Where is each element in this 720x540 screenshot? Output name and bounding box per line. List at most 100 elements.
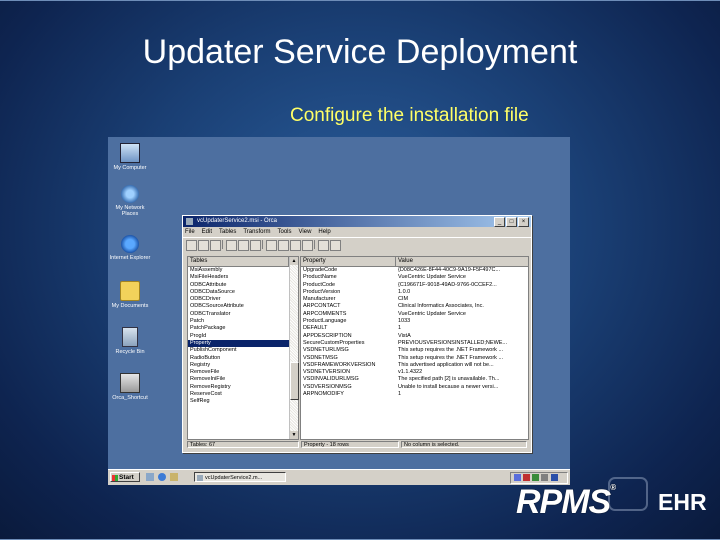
property-row[interactable]: SecureCustomProperties PREVIOUSVERSIONSIN… [301,340,528,347]
property-value: Unable to install because a newer versi.… [398,383,499,390]
table-row[interactable]: Patch [188,318,298,325]
tables-pane: Tables MsiAssembly MsiFileHeaders ODBCAttr… [187,256,299,440]
start-button[interactable]: Start [110,472,140,482]
property-value: 1 [398,325,402,332]
property-row[interactable]: ARPNOMODIFY 1 [301,391,528,398]
new-icon[interactable] [186,240,197,251]
table-row[interactable]: ReserveCost [188,391,298,398]
table-row[interactable]: PatchPackage [188,325,298,332]
property-row[interactable]: VSDINVALIDURLMSG The specified path [2] i… [301,376,528,383]
taskbar-button-label: vcUpdaterService2.m... [205,475,263,481]
property-name: VSDNETMSG [303,354,338,361]
toolbar-separator [222,240,225,249]
add-table-icon[interactable] [266,240,277,251]
scroll-down-arrow[interactable]: ▼ [290,431,298,439]
help-icon[interactable] [330,240,341,251]
table-row[interactable]: PublishComponent [188,347,298,354]
menu-tools[interactable]: Tools [277,229,291,235]
property-row[interactable]: VSDFRAMEWORKVERSION This advertised appli… [301,362,528,369]
table-row[interactable]: Registry [188,362,298,369]
table-row[interactable]: Property [188,339,298,348]
table-row[interactable]: ODBCAttribute [188,282,298,289]
property-column-header[interactable]: Property [301,257,396,266]
toolbar-separator [314,240,317,249]
desktop-icon-recycle-bin[interactable]: Recycle Bin [108,327,152,355]
minimize-button[interactable]: _ [494,217,505,227]
desktop-icon-orca-shortcut[interactable]: Orca_Shortcut [108,373,152,401]
menu-file[interactable]: File [185,229,195,235]
close-button[interactable]: × [518,217,529,227]
quick-launch-ie-icon[interactable] [158,473,166,481]
maximize-button[interactable]: □ [506,217,517,227]
window-titlebar[interactable]: vcUpdaterService2.msi - Orca _ □ × [183,216,531,227]
network-icon [121,185,139,203]
tables-column-header[interactable]: Tables [188,257,289,266]
menu-tables[interactable]: Tables [219,229,236,235]
property-name: VSDVERSIONMSG [303,383,352,390]
desktop-icon-my-computer[interactable]: My Computer [108,143,152,171]
computer-icon [120,143,140,163]
table-row[interactable]: ODBCSourceAttribute [188,303,298,310]
table-row[interactable]: ODBCTranslator [188,311,298,318]
quick-launch-desktop-icon[interactable] [146,473,154,481]
desktop-icon-internet-explorer[interactable]: Internet Explorer [108,235,152,261]
property-row[interactable]: ARPCOMMENTS VueCentric Updater Service [301,311,528,318]
properties-pane: Property Value UpgradeCode {D08C426E-8F44… [300,256,529,440]
property-row[interactable]: VSDVERSIONMSG Unable to install because a… [301,384,528,391]
table-row[interactable]: RadioButton [188,355,298,362]
table-row[interactable]: ODBCDriver [188,296,298,303]
property-row[interactable]: ProductVersion 1.0.0 [301,289,528,296]
menu-edit[interactable]: Edit [202,229,212,235]
value-column-header[interactable]: Value [396,257,526,266]
open-icon[interactable] [198,240,209,251]
table-row[interactable]: RemoveRegistry [188,384,298,391]
tables-header[interactable]: Tables [188,257,298,267]
table-row[interactable]: MsiAssembly [188,267,298,274]
table-name: ReserveCost [190,391,222,398]
scroll-thumb[interactable] [290,362,299,400]
table-row[interactable]: ODBCDataSource [188,289,298,296]
logo-ehr-text: EHR [658,489,707,515]
table-row[interactable]: SelfReg [188,398,298,405]
drop-table-icon[interactable] [278,240,289,251]
property-row[interactable]: VSDNETVERSION v1.1.4322 [301,369,528,376]
desktop-icon-network[interactable]: My Network Places [108,185,152,217]
table-row[interactable]: ProgId [188,333,298,340]
save-icon[interactable] [210,240,221,251]
property-row[interactable]: DEFAULT 1 [301,325,528,332]
cut-icon[interactable] [226,240,237,251]
table-name: RemoveIniFile [190,376,226,383]
property-row[interactable]: ProductName VueCentric Updater Service [301,274,528,281]
taskbar-button-orca[interactable]: vcUpdaterService2.m... [194,472,286,482]
add-row-icon[interactable] [290,240,301,251]
table-row[interactable]: RemoveIniFile [188,376,298,383]
menu-view[interactable]: View [299,229,312,235]
desktop-icon-my-documents[interactable]: My Documents [108,281,152,309]
property-row[interactable]: ProductCode {C196671F-9018-49AD-9766-0CCE… [301,282,528,289]
property-row[interactable]: ProductLanguage 1033 [301,318,528,325]
taskbar: Start vcUpdaterService2.m... [108,469,570,485]
validate-icon[interactable] [318,240,329,251]
slide-background: Updater Service Deployment Configure the… [0,0,720,540]
table-row[interactable]: RemoveFile [188,369,298,376]
property-value: VistA [398,332,411,339]
table-name: MsiAssembly [190,267,223,273]
drop-row-icon[interactable] [302,240,313,251]
property-row[interactable]: UpgradeCode {D08C426E-8F44-40C9-9A19-F5F4… [301,267,528,274]
table-name: ODBCAttribute [190,281,227,288]
property-row[interactable]: APPDESCRIPTION VistA [301,333,528,340]
menu-help[interactable]: Help [318,229,330,235]
property-row[interactable]: ARPCONTACT Clinical Informatics Associate… [301,303,528,310]
orca-app-icon [186,218,193,225]
tables-scrollbar[interactable]: ▲ ▼ [289,257,299,439]
menu-transform[interactable]: Transform [243,229,270,235]
scroll-up-arrow[interactable]: ▲ [290,257,298,265]
status-tables-count: Tables: 67 [187,441,299,448]
copy-icon[interactable] [238,240,249,251]
property-row[interactable]: Manufacturer CIM [301,296,528,303]
table-row[interactable]: MsiFileHeaders [188,274,298,281]
quick-launch-explorer-icon[interactable] [170,473,178,481]
property-row[interactable]: VSDNETURLMSG This setup requires the .NET… [301,347,528,354]
paste-icon[interactable] [250,240,261,251]
property-row[interactable]: VSDNETMSG This setup requires the .NET Fr… [301,355,528,362]
